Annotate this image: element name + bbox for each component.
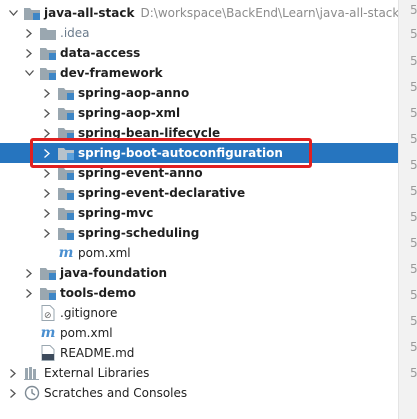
tree-node-dev-framework[interactable]: dev-framework (0, 63, 398, 83)
readme-label: README.md (60, 346, 135, 360)
module-folder-icon (58, 225, 74, 241)
tree-node-root-pom[interactable]: m pom.xml (0, 323, 398, 343)
spring-bean-lifecycle-label: spring-bean-lifecycle (78, 126, 221, 140)
module-folder-icon (58, 145, 74, 161)
tree-node-spring-event-declarative[interactable]: spring-event-declarative (0, 183, 398, 203)
module-folder-icon (58, 205, 74, 221)
gutter-number: 5 (410, 288, 417, 302)
spring-mvc-label: spring-mvc (78, 206, 154, 220)
tree-node-spring-aop-anno[interactable]: spring-aop-anno (0, 83, 398, 103)
tree-node-root[interactable]: java-all-stack D:\workspace\BackEnd\Lear… (0, 3, 400, 23)
gutter-number: 5 (410, 80, 417, 94)
gutter-number: 5 (410, 3, 417, 17)
module-folder-icon (24, 5, 40, 21)
tree-node-spring-event-anno[interactable]: spring-event-anno (0, 163, 398, 183)
chevron-down-icon[interactable] (8, 3, 18, 23)
maven-icon: m (58, 245, 74, 261)
gitignore-label: .gitignore (60, 306, 118, 320)
module-folder-icon (58, 85, 74, 101)
gutter-number: 5 (410, 262, 417, 276)
data-access-label: data-access (60, 46, 141, 60)
tree-node-gitignore[interactable]: ⊘ .gitignore (0, 303, 398, 323)
gutter-number: 5 (410, 106, 417, 120)
gutter-number: 5 (410, 340, 417, 354)
external-libraries-label: External Libraries (44, 366, 150, 380)
module-folder-icon (40, 45, 56, 61)
root-pom-label: pom.xml (60, 326, 113, 340)
module-folder-icon (40, 285, 56, 301)
project-tree: java-all-stack D:\workspace\BackEnd\Lear… (0, 0, 417, 419)
chevron-right-icon[interactable] (42, 123, 52, 143)
chevron-right-icon[interactable] (42, 183, 52, 203)
gutter-number: 5 (410, 210, 417, 224)
module-folder-icon (40, 65, 56, 81)
dev-pom-label: pom.xml (78, 246, 131, 260)
gutter-number: 5 (410, 54, 417, 68)
gutter-number: 5 (410, 132, 417, 146)
tree-node-spring-bean-lifecycle[interactable]: spring-bean-lifecycle (0, 123, 398, 143)
java-foundation-label: java-foundation (60, 266, 167, 280)
tree-node-readme[interactable]: README.md (0, 343, 398, 363)
chevron-right-icon[interactable] (8, 383, 18, 403)
module-folder-icon (58, 105, 74, 121)
gutter-number: 5 (410, 158, 417, 172)
chevron-right-icon[interactable] (42, 143, 52, 163)
gitignore-file-icon: ⊘ (40, 305, 56, 321)
scratches-icon (24, 385, 40, 401)
spring-aop-anno-label: spring-aop-anno (78, 86, 190, 100)
tree-node-dev-pom[interactable]: m pom.xml (0, 243, 398, 263)
gutter-number: 5 (410, 236, 417, 250)
chevron-down-icon[interactable] (24, 63, 34, 83)
markdown-file-icon (40, 345, 56, 361)
root-path: D:\workspace\BackEnd\Learn\java-all-stac… (140, 6, 400, 20)
module-folder-icon (58, 125, 74, 141)
chevron-right-icon[interactable] (24, 263, 34, 283)
tree-node-tools-demo[interactable]: tools-demo (0, 283, 398, 303)
spring-aop-xml-label: spring-aop-xml (78, 106, 181, 120)
chevron-right-icon[interactable] (24, 23, 34, 43)
tree-node-external-libraries[interactable]: External Libraries (0, 363, 398, 383)
scratches-label: Scratches and Consoles (44, 386, 188, 400)
gutter-number: 5 (410, 27, 417, 41)
tree-node-spring-scheduling[interactable]: spring-scheduling (0, 223, 398, 243)
root-label: java-all-stack (44, 6, 135, 20)
chevron-right-icon[interactable] (42, 203, 52, 223)
spring-scheduling-label: spring-scheduling (78, 226, 200, 240)
tree-node-idea[interactable]: .idea (0, 23, 398, 43)
tree-node-data-access[interactable]: data-access (0, 43, 398, 63)
tree-node-scratches[interactable]: Scratches and Consoles (0, 383, 398, 403)
module-folder-icon (58, 165, 74, 181)
tree-node-java-foundation[interactable]: java-foundation (0, 263, 398, 283)
spring-boot-autoconfiguration-label: spring-boot-autoconfiguration (78, 146, 283, 160)
spring-event-anno-label: spring-event-anno (78, 166, 203, 180)
chevron-right-icon[interactable] (42, 103, 52, 123)
chevron-right-icon[interactable] (42, 83, 52, 103)
module-folder-icon (40, 265, 56, 281)
tree-node-spring-boot-autoconfiguration[interactable]: spring-boot-autoconfiguration (0, 143, 398, 163)
chevron-right-icon[interactable] (24, 43, 34, 63)
tree-node-spring-mvc[interactable]: spring-mvc (0, 203, 398, 223)
gutter-number: 5 (410, 314, 417, 328)
gutter-number: 5 (410, 184, 417, 198)
folder-icon (40, 25, 56, 41)
maven-icon: m (40, 325, 56, 341)
svg-text:⊘: ⊘ (44, 311, 52, 321)
chevron-right-icon[interactable] (24, 283, 34, 303)
chevron-right-icon[interactable] (8, 363, 18, 383)
chevron-right-icon[interactable] (42, 163, 52, 183)
idea-label: .idea (60, 26, 90, 40)
module-folder-icon (58, 185, 74, 201)
chevron-right-icon[interactable] (42, 223, 52, 243)
tree-node-spring-aop-xml[interactable]: spring-aop-xml (0, 103, 398, 123)
tools-demo-label: tools-demo (60, 286, 136, 300)
dev-framework-label: dev-framework (60, 66, 163, 80)
gutter-number: 5 (410, 366, 417, 380)
library-icon (24, 365, 40, 381)
spring-event-declarative-label: spring-event-declarative (78, 186, 246, 200)
